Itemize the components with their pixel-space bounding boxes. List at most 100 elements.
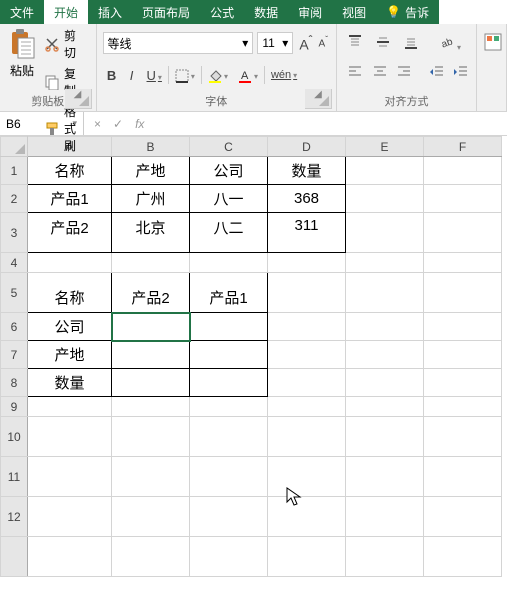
row-header[interactable]: 9 — [1, 397, 28, 417]
cell[interactable] — [424, 253, 502, 273]
row-header[interactable] — [1, 537, 28, 577]
tab-data[interactable]: 数据 — [244, 0, 288, 24]
cell[interactable] — [268, 397, 346, 417]
tab-tell-me[interactable]: 💡 告诉 — [376, 0, 439, 24]
fx-icon[interactable]: fx — [135, 117, 144, 131]
row-header[interactable]: 7 — [1, 341, 28, 369]
italic-button[interactable]: I — [123, 66, 141, 85]
cell[interactable] — [346, 185, 424, 213]
cell[interactable] — [424, 417, 502, 457]
cell[interactable] — [190, 369, 268, 397]
cell[interactable] — [268, 417, 346, 457]
cell[interactable]: 产品1 — [190, 273, 268, 313]
row-header[interactable]: 12 — [1, 497, 28, 537]
cell[interactable]: 公司 — [28, 313, 112, 341]
cell[interactable] — [112, 341, 190, 369]
row-header[interactable]: 4 — [1, 253, 28, 273]
increase-font-button[interactable]: Aˆ — [297, 34, 314, 53]
cell[interactable] — [424, 273, 502, 313]
cell[interactable] — [346, 497, 424, 537]
dialog-launcher-icon[interactable]: ◢ — [305, 89, 332, 109]
align-top-button[interactable] — [343, 32, 367, 55]
cell[interactable] — [346, 417, 424, 457]
cell[interactable] — [346, 457, 424, 497]
row-header[interactable]: 10 — [1, 417, 28, 457]
cell[interactable] — [424, 397, 502, 417]
row-header[interactable]: 8 — [1, 369, 28, 397]
cell[interactable] — [28, 417, 112, 457]
align-bottom-button[interactable] — [399, 32, 423, 55]
row-header[interactable]: 5 — [1, 273, 28, 313]
cell[interactable] — [424, 457, 502, 497]
row-header[interactable]: 3 — [1, 213, 28, 253]
tab-file[interactable]: 文件 — [0, 0, 44, 24]
row-header[interactable]: 11 — [1, 457, 28, 497]
cell[interactable] — [190, 417, 268, 457]
cell[interactable] — [268, 537, 346, 577]
align-left-button[interactable] — [343, 62, 364, 85]
cell[interactable] — [424, 497, 502, 537]
cell[interactable]: 产地 — [112, 157, 190, 185]
conditional-format-icon[interactable] — [483, 32, 503, 52]
cell[interactable]: 名称 — [28, 273, 112, 313]
align-center-button[interactable] — [368, 62, 389, 85]
cell[interactable] — [112, 253, 190, 273]
cell[interactable] — [424, 157, 502, 185]
align-right-button[interactable] — [392, 62, 413, 85]
cell[interactable] — [190, 313, 268, 341]
phonetic-button[interactable]: wén▾ — [267, 67, 301, 83]
cell[interactable]: 八一 — [190, 185, 268, 213]
col-header[interactable]: B — [112, 137, 190, 157]
cell[interactable] — [346, 253, 424, 273]
cell[interactable]: 368 — [268, 185, 346, 213]
col-header[interactable]: F — [424, 137, 502, 157]
cell[interactable] — [346, 397, 424, 417]
cell[interactable]: 名称 — [28, 157, 112, 185]
col-header[interactable]: C — [190, 137, 268, 157]
cell[interactable] — [346, 213, 424, 253]
cell[interactable] — [190, 397, 268, 417]
cell[interactable] — [424, 369, 502, 397]
cell[interactable] — [424, 313, 502, 341]
cell[interactable]: 产品1 — [28, 185, 112, 213]
col-header[interactable]: E — [346, 137, 424, 157]
cell[interactable] — [268, 253, 346, 273]
cell[interactable] — [268, 497, 346, 537]
cell[interactable] — [28, 457, 112, 497]
tab-review[interactable]: 审阅 — [288, 0, 332, 24]
cell[interactable] — [28, 497, 112, 537]
cell[interactable] — [346, 313, 424, 341]
cell[interactable] — [112, 537, 190, 577]
cell[interactable] — [190, 537, 268, 577]
cell[interactable]: 八二 — [190, 213, 268, 253]
cell[interactable] — [28, 253, 112, 273]
bold-button[interactable]: B — [103, 66, 121, 85]
cell[interactable] — [268, 369, 346, 397]
tab-insert[interactable]: 插入 — [88, 0, 132, 24]
cell[interactable]: 数量 — [268, 157, 346, 185]
cell[interactable] — [190, 253, 268, 273]
confirm-icon[interactable]: ✓ — [113, 117, 123, 131]
cell[interactable] — [112, 497, 190, 537]
cell[interactable] — [112, 369, 190, 397]
cell[interactable] — [268, 313, 346, 341]
cell[interactable] — [346, 341, 424, 369]
cell[interactable] — [268, 341, 346, 369]
cell[interactable] — [268, 273, 346, 313]
cell[interactable]: 北京 — [112, 213, 190, 253]
cell[interactable] — [112, 397, 190, 417]
cell[interactable] — [346, 157, 424, 185]
cell[interactable] — [112, 457, 190, 497]
cell[interactable]: 产品2 — [112, 273, 190, 313]
tab-view[interactable]: 视图 — [332, 0, 376, 24]
grid[interactable]: A B C D E F 1 名称 产地 公司 数量 2 产品1 广州 八一 — [0, 136, 502, 577]
cell[interactable]: 数量 — [28, 369, 112, 397]
cell[interactable] — [112, 417, 190, 457]
cell[interactable] — [346, 369, 424, 397]
cell[interactable]: 311 — [268, 213, 346, 253]
cell[interactable] — [268, 457, 346, 497]
cell[interactable]: 产品2 — [28, 213, 112, 253]
select-all-corner[interactable] — [1, 137, 28, 157]
row-header[interactable]: 2 — [1, 185, 28, 213]
tab-page-layout[interactable]: 页面布局 — [132, 0, 200, 24]
